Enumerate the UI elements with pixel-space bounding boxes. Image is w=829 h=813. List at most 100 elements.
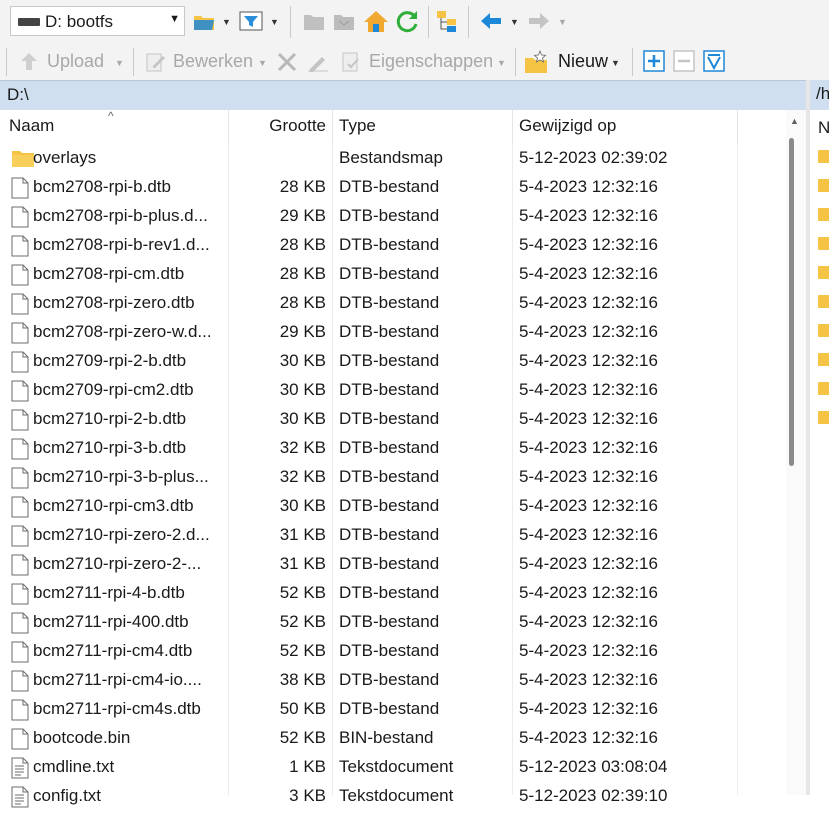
- table-row[interactable]: bcm2708-rpi-zero-w.d... 29 KB DTB-bestand 5…: [0, 318, 786, 347]
- open-folder-button[interactable]: [191, 8, 217, 34]
- table-row[interactable]: config.txt 3 KB Tekstdocument 5-12-2023 02:…: [0, 782, 786, 811]
- chevron-down-icon[interactable]: ▼: [510, 17, 519, 27]
- file-name: bcm2709-rpi-cm2.dtb: [33, 380, 194, 399]
- file-name: bootcode.bin: [33, 728, 131, 747]
- minus-icon: [673, 50, 695, 72]
- arrow-left-icon: [481, 13, 501, 29]
- file-type: BIN-bestand: [339, 728, 434, 747]
- table-row[interactable]: bcm2708-rpi-cm.dtb 28 KB DTB-bestand 5-4-20…: [0, 260, 786, 289]
- table-row[interactable]: bcm2710-rpi-3-b-plus... 32 KB DTB-bestand 5…: [0, 463, 786, 492]
- properties-icon-button[interactable]: [338, 49, 364, 75]
- select-filter-button[interactable]: [703, 50, 725, 72]
- root-folder-button[interactable]: [332, 9, 356, 33]
- file-icon: [11, 496, 29, 523]
- local-path: D:\: [7, 85, 29, 104]
- file-type: DTB-bestand: [339, 612, 440, 631]
- chevron-down-icon[interactable]: ▼: [497, 58, 506, 68]
- column-divider[interactable]: [332, 110, 333, 144]
- file-icon: [11, 699, 29, 726]
- filter-button[interactable]: [238, 8, 264, 34]
- folder-icon[interactable]: [818, 382, 829, 395]
- remote-path-bar[interactable]: /h: [810, 80, 829, 110]
- table-row[interactable]: bcm2710-rpi-cm3.dtb 30 KB DTB-bestand 5-4-2…: [0, 492, 786, 521]
- table-row[interactable]: bcm2709-rpi-2-b.dtb 30 KB DTB-bestand 5-4-2…: [0, 347, 786, 376]
- edit-icon-button[interactable]: [142, 49, 168, 75]
- column-divider[interactable]: [228, 110, 229, 144]
- folder-icon[interactable]: [818, 353, 829, 366]
- forward-button[interactable]: [526, 9, 552, 33]
- edit-button[interactable]: Bewerken: [173, 51, 253, 72]
- column-header-size[interactable]: Grootte: [232, 116, 326, 136]
- refresh-button[interactable]: [394, 8, 422, 34]
- table-row[interactable]: overlays Bestandsmap 5-12-2023 02:39:02: [0, 144, 786, 173]
- folder-icon[interactable]: [818, 237, 829, 250]
- column-header-name[interactable]: Naam: [9, 116, 54, 136]
- table-row[interactable]: bcm2710-rpi-2-b.dtb 30 KB DTB-bestand 5-4-2…: [0, 405, 786, 434]
- file-type: DTB-bestand: [339, 293, 440, 312]
- folder-icon[interactable]: [818, 324, 829, 337]
- new-button[interactable]: Nieuw: [558, 51, 608, 72]
- table-row[interactable]: bcm2708-rpi-b-rev1.d... 28 KB DTB-bestand 5…: [0, 231, 786, 260]
- delete-button[interactable]: [274, 49, 300, 75]
- scrollbar-thumb[interactable]: [789, 138, 794, 466]
- rename-button[interactable]: [304, 49, 332, 75]
- table-row[interactable]: bcm2708-rpi-zero.dtb 28 KB DTB-bestand 5-4-…: [0, 289, 786, 318]
- chevron-down-icon[interactable]: ▼: [558, 17, 567, 27]
- remote-file-list: N: [810, 110, 829, 795]
- collapse-button[interactable]: [673, 50, 695, 72]
- properties-button[interactable]: Eigenschappen: [369, 51, 493, 72]
- chevron-down-icon[interactable]: ▼: [270, 17, 279, 27]
- drive-selector[interactable]: D: bootfs ▼: [10, 6, 185, 36]
- table-row[interactable]: cmdline.txt 1 KB Tekstdocument 5-12-2023 03…: [0, 753, 786, 782]
- local-path-bar[interactable]: D:\: [0, 80, 806, 110]
- folder-icon[interactable]: [818, 150, 829, 163]
- file-name: bcm2708-rpi-zero.dtb: [33, 293, 195, 312]
- upload-icon-button[interactable]: [16, 49, 42, 75]
- drive-icon: [18, 18, 40, 26]
- chevron-down-icon[interactable]: ▼: [222, 17, 231, 27]
- upload-icon: [21, 53, 37, 70]
- table-row[interactable]: bcm2708-rpi-b-plus.d... 29 KB DTB-bestand 5…: [0, 202, 786, 231]
- column-header-type[interactable]: Type: [339, 116, 376, 136]
- folder-icon[interactable]: [818, 179, 829, 192]
- table-row[interactable]: bootcode.bin 52 KB BIN-bestand 5-4-2023 12:…: [0, 724, 786, 753]
- file-size: 52 KB: [279, 583, 326, 602]
- file-name: bcm2711-rpi-cm4.dtb: [33, 641, 193, 660]
- table-row[interactable]: bcm2709-rpi-cm2.dtb 30 KB DTB-bestand 5-4-2…: [0, 376, 786, 405]
- folder-icon[interactable]: [818, 411, 829, 424]
- scroll-up-icon[interactable]: ▲: [790, 116, 799, 126]
- vertical-scrollbar[interactable]: ▲: [786, 110, 806, 795]
- file-size: 50 KB: [279, 699, 326, 718]
- table-row[interactable]: bcm2711-rpi-4-b.dtb 52 KB DTB-bestand 5-4-2…: [0, 579, 786, 608]
- folder-icon[interactable]: [818, 266, 829, 279]
- chevron-down-icon[interactable]: ▼: [611, 58, 620, 68]
- folder-icon[interactable]: [818, 208, 829, 221]
- column-divider[interactable]: [512, 110, 513, 144]
- tree-toggle-button[interactable]: [434, 8, 462, 34]
- file-modified: 5-4-2023 12:32:16: [519, 554, 658, 573]
- table-row[interactable]: bcm2710-rpi-zero-2.d... 31 KB DTB-bestand 5…: [0, 521, 786, 550]
- table-row[interactable]: bcm2710-rpi-3-b.dtb 32 KB DTB-bestand 5-4-2…: [0, 434, 786, 463]
- parent-folder-button[interactable]: [302, 9, 326, 33]
- folder-icon[interactable]: [818, 295, 829, 308]
- toolbar-navigation: D: bootfs ▼ ▼ ▼ ▼ ▼: [0, 0, 829, 44]
- table-row[interactable]: bcm2708-rpi-b.dtb 28 KB DTB-bestand 5-4-202…: [0, 173, 786, 202]
- table-row[interactable]: bcm2711-rpi-cm4s.dtb 50 KB DTB-bestand 5-4-…: [0, 695, 786, 724]
- table-row[interactable]: bcm2711-rpi-cm4-io.... 38 KB DTB-bestand 5-…: [0, 666, 786, 695]
- upload-button[interactable]: Upload: [47, 51, 104, 72]
- remote-column-header-name[interactable]: N: [818, 118, 829, 138]
- table-row[interactable]: bcm2711-rpi-cm4.dtb 52 KB DTB-bestand 5-4-2…: [0, 637, 786, 666]
- table-row[interactable]: bcm2710-rpi-zero-2-... 31 KB DTB-bestand 5-…: [0, 550, 786, 579]
- home-button[interactable]: [362, 8, 390, 34]
- column-header-modified[interactable]: Gewijzigd op: [519, 116, 616, 136]
- file-name: bcm2711-rpi-4-b.dtb: [33, 583, 185, 602]
- open-folder-icon: [194, 16, 214, 30]
- table-row[interactable]: bcm2711-rpi-400.dtb 52 KB DTB-bestand 5-4-2…: [0, 608, 786, 637]
- chevron-down-icon[interactable]: ▼: [115, 58, 124, 68]
- chevron-down-icon[interactable]: ▼: [258, 58, 267, 68]
- new-icon-button[interactable]: [522, 48, 550, 76]
- file-name: bcm2708-rpi-zero-w.d...: [33, 322, 212, 341]
- column-divider[interactable]: [737, 110, 738, 144]
- back-button[interactable]: [478, 9, 504, 33]
- expand-button[interactable]: [643, 50, 665, 72]
